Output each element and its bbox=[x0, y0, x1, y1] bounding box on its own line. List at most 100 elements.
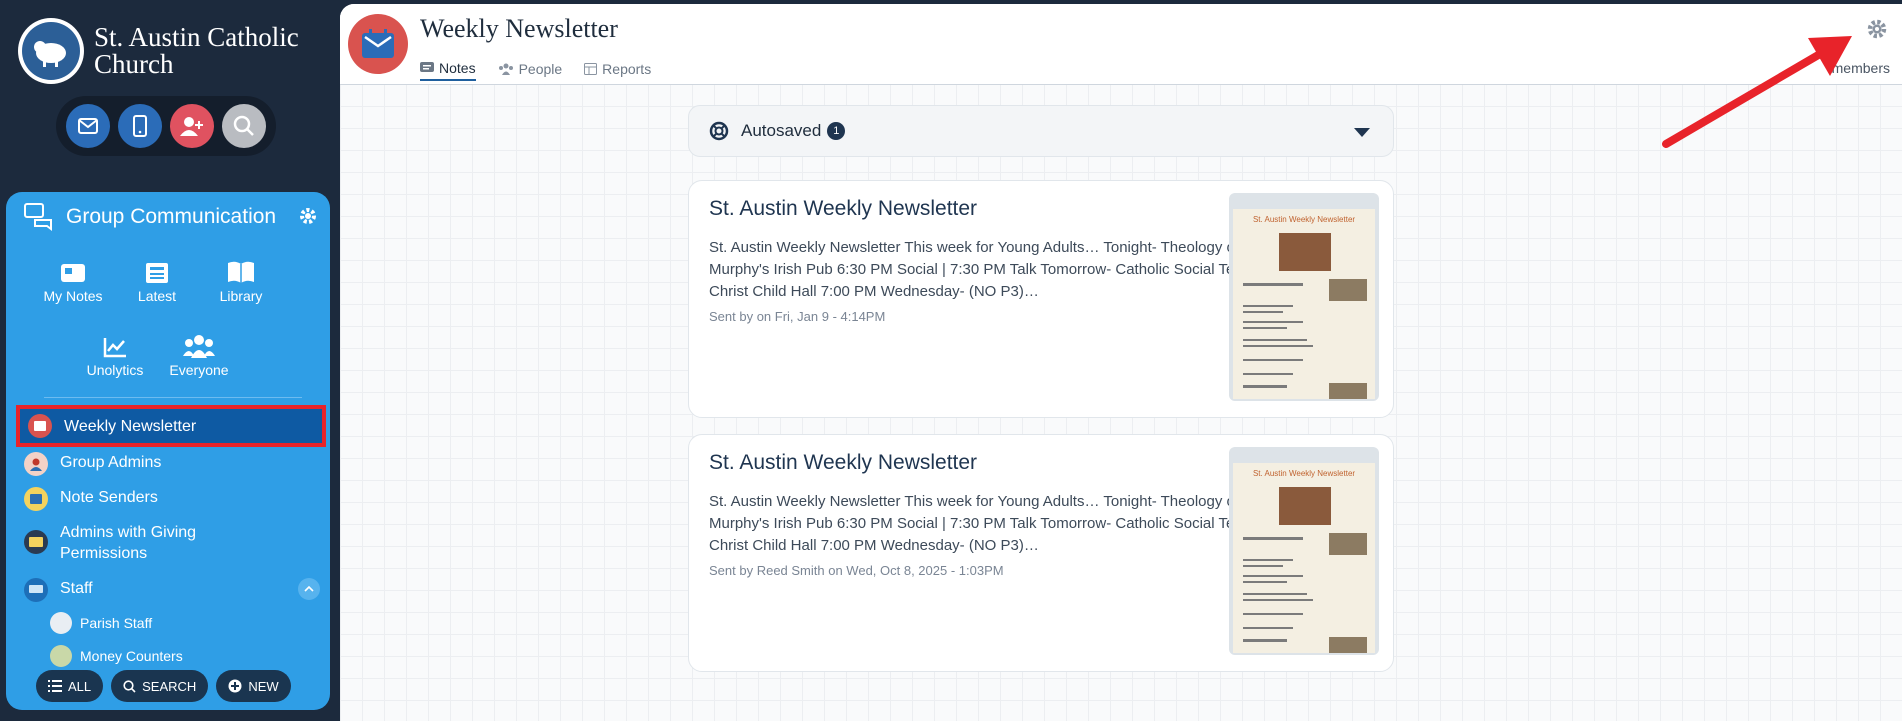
new-group-button[interactable]: NEW bbox=[216, 670, 291, 702]
tab-label: Notes bbox=[439, 60, 476, 76]
shortcut-label: Library bbox=[219, 288, 263, 304]
group-communication-panel: Group Communication My Notes Latest Libr… bbox=[6, 192, 330, 710]
chevron-up-icon bbox=[304, 586, 314, 592]
newsletter-avatar-icon bbox=[28, 414, 52, 438]
church-logo bbox=[18, 18, 84, 84]
group-staff[interactable]: Staff bbox=[24, 578, 324, 602]
text-message-button[interactable] bbox=[118, 104, 162, 148]
tab-notes[interactable]: Notes bbox=[420, 60, 476, 81]
church-photo bbox=[1279, 233, 1331, 271]
group-note-senders[interactable]: Note Senders bbox=[24, 487, 324, 511]
tab-reports[interactable]: Reports bbox=[584, 60, 651, 81]
lamb-icon bbox=[34, 41, 66, 67]
group-label: Group Admins bbox=[60, 454, 162, 471]
chat-bubbles-icon bbox=[24, 203, 52, 231]
new-label: NEW bbox=[248, 678, 279, 694]
phone-icon bbox=[133, 115, 147, 137]
email-button[interactable] bbox=[66, 104, 110, 148]
newspaper-icon bbox=[146, 263, 168, 283]
newsletter-thumbnail[interactable]: St. Austin Weekly Newsletter bbox=[1229, 447, 1379, 655]
group-photo bbox=[1329, 279, 1367, 301]
analytics-chart-icon bbox=[103, 338, 126, 358]
shortcut-label: Everyone bbox=[169, 362, 229, 378]
group-label: Admins with Giving Permissions bbox=[60, 524, 197, 562]
shortcut-unolytics[interactable]: Unolytics bbox=[70, 328, 160, 378]
search-icon bbox=[233, 115, 254, 136]
subgroup-label: Money Counters bbox=[80, 648, 183, 664]
tab-label: Reports bbox=[602, 61, 652, 77]
people-icon bbox=[498, 63, 513, 75]
note-icon bbox=[420, 62, 434, 72]
note-meta: Sent by on Fri, Jan 9 - 4:14PM bbox=[709, 309, 886, 324]
group-label: Staff bbox=[60, 580, 93, 597]
caret-down-icon[interactable] bbox=[1353, 126, 1371, 138]
note-meta: Sent by Reed Smith on Wed, Oct 8, 2025 -… bbox=[709, 563, 1004, 578]
subgroup-parish-staff[interactable]: Parish Staff bbox=[50, 612, 152, 634]
shortcut-label: Latest bbox=[137, 288, 177, 304]
search-label: SEARCH bbox=[142, 678, 197, 694]
add-person-icon bbox=[180, 117, 203, 136]
book-icon bbox=[228, 261, 254, 283]
autosaved-count-badge: 1 bbox=[827, 122, 846, 140]
autosaved-drafts[interactable]: Autosaved 1 bbox=[688, 105, 1394, 157]
divider bbox=[44, 397, 302, 398]
table-icon bbox=[584, 63, 598, 75]
panel-header: Group Communication bbox=[6, 192, 330, 242]
subgroup-label: Parish Staff bbox=[80, 615, 153, 631]
add-person-button[interactable] bbox=[170, 104, 214, 148]
list-icon bbox=[48, 680, 62, 692]
note-card[interactable]: St. Austin Weekly Newsletter St. Austin … bbox=[688, 180, 1394, 418]
money-counters-avatar-icon bbox=[50, 645, 72, 667]
shortcut-my-notes[interactable]: My Notes bbox=[28, 254, 118, 304]
members-link[interactable]: members bbox=[1832, 60, 1890, 76]
all-button[interactable]: ALL bbox=[36, 670, 104, 702]
search-icon bbox=[123, 679, 136, 693]
sidebar: St. Austin Catholic Church Group Communi… bbox=[0, 0, 340, 721]
tabs: Notes People Reports bbox=[420, 60, 651, 81]
admins-avatar-icon bbox=[24, 452, 48, 476]
parish-staff-avatar-icon bbox=[50, 612, 72, 634]
shortcut-latest[interactable]: Latest bbox=[112, 254, 202, 304]
newsletter-thumbnail[interactable]: St. Austin Weekly Newsletter bbox=[1229, 193, 1379, 401]
note-senders-avatar-icon bbox=[24, 487, 48, 511]
church-photo-small bbox=[1329, 383, 1367, 399]
shortcut-label: My Notes bbox=[43, 288, 103, 304]
plus-circle-icon bbox=[228, 679, 242, 693]
church-photo bbox=[1279, 487, 1331, 525]
note-card[interactable]: St. Austin Weekly Newsletter St. Austin … bbox=[688, 434, 1394, 672]
group-label: Note Senders bbox=[60, 489, 158, 506]
thumbnail-title: St. Austin Weekly Newsletter bbox=[1252, 469, 1356, 478]
page-title: Weekly Newsletter bbox=[420, 14, 618, 43]
shortcut-library[interactable]: Library bbox=[196, 254, 286, 304]
thumbnail-title: St. Austin Weekly Newsletter bbox=[1252, 215, 1356, 224]
church-photo-small bbox=[1329, 637, 1367, 653]
notes-icon bbox=[61, 264, 85, 282]
church-name: St. Austin Catholic Church bbox=[94, 22, 299, 79]
group-weekly-newsletter[interactable]: Weekly Newsletter bbox=[16, 405, 326, 447]
search-groups-button[interactable]: SEARCH bbox=[111, 670, 209, 702]
envelope-icon bbox=[78, 118, 98, 134]
gear-icon[interactable] bbox=[298, 206, 318, 226]
giving-avatar-icon bbox=[24, 530, 48, 554]
group-label: Weekly Newsletter bbox=[64, 417, 197, 435]
quick-actions bbox=[56, 96, 276, 156]
shortcut-everyone[interactable]: Everyone bbox=[154, 328, 244, 378]
group-admins-giving-permissions[interactable]: Admins with Giving Permissions bbox=[24, 522, 324, 564]
panel-title: Group Communication bbox=[66, 205, 277, 228]
shortcut-label: Unolytics bbox=[86, 362, 144, 378]
staff-collapse-toggle[interactable] bbox=[298, 578, 320, 600]
autosaved-label: Autosaved bbox=[741, 121, 822, 140]
sidebar-bottom-bar: ALL SEARCH NEW bbox=[36, 670, 291, 702]
group-photo bbox=[1329, 533, 1367, 555]
search-button[interactable] bbox=[222, 104, 266, 148]
subgroup-money-counters[interactable]: Money Counters bbox=[50, 645, 183, 667]
tab-label: People bbox=[518, 61, 563, 77]
settings-gear-icon[interactable] bbox=[1866, 18, 1888, 40]
group-group-admins[interactable]: Group Admins bbox=[24, 452, 324, 476]
brand[interactable]: St. Austin Catholic Church bbox=[18, 18, 324, 84]
all-label: ALL bbox=[68, 678, 92, 694]
people-group-icon bbox=[183, 335, 215, 358]
staff-avatar-icon bbox=[24, 578, 48, 602]
group-header: Weekly Newsletter Notes People Reports m… bbox=[340, 4, 1902, 85]
tab-people[interactable]: People bbox=[498, 60, 563, 81]
